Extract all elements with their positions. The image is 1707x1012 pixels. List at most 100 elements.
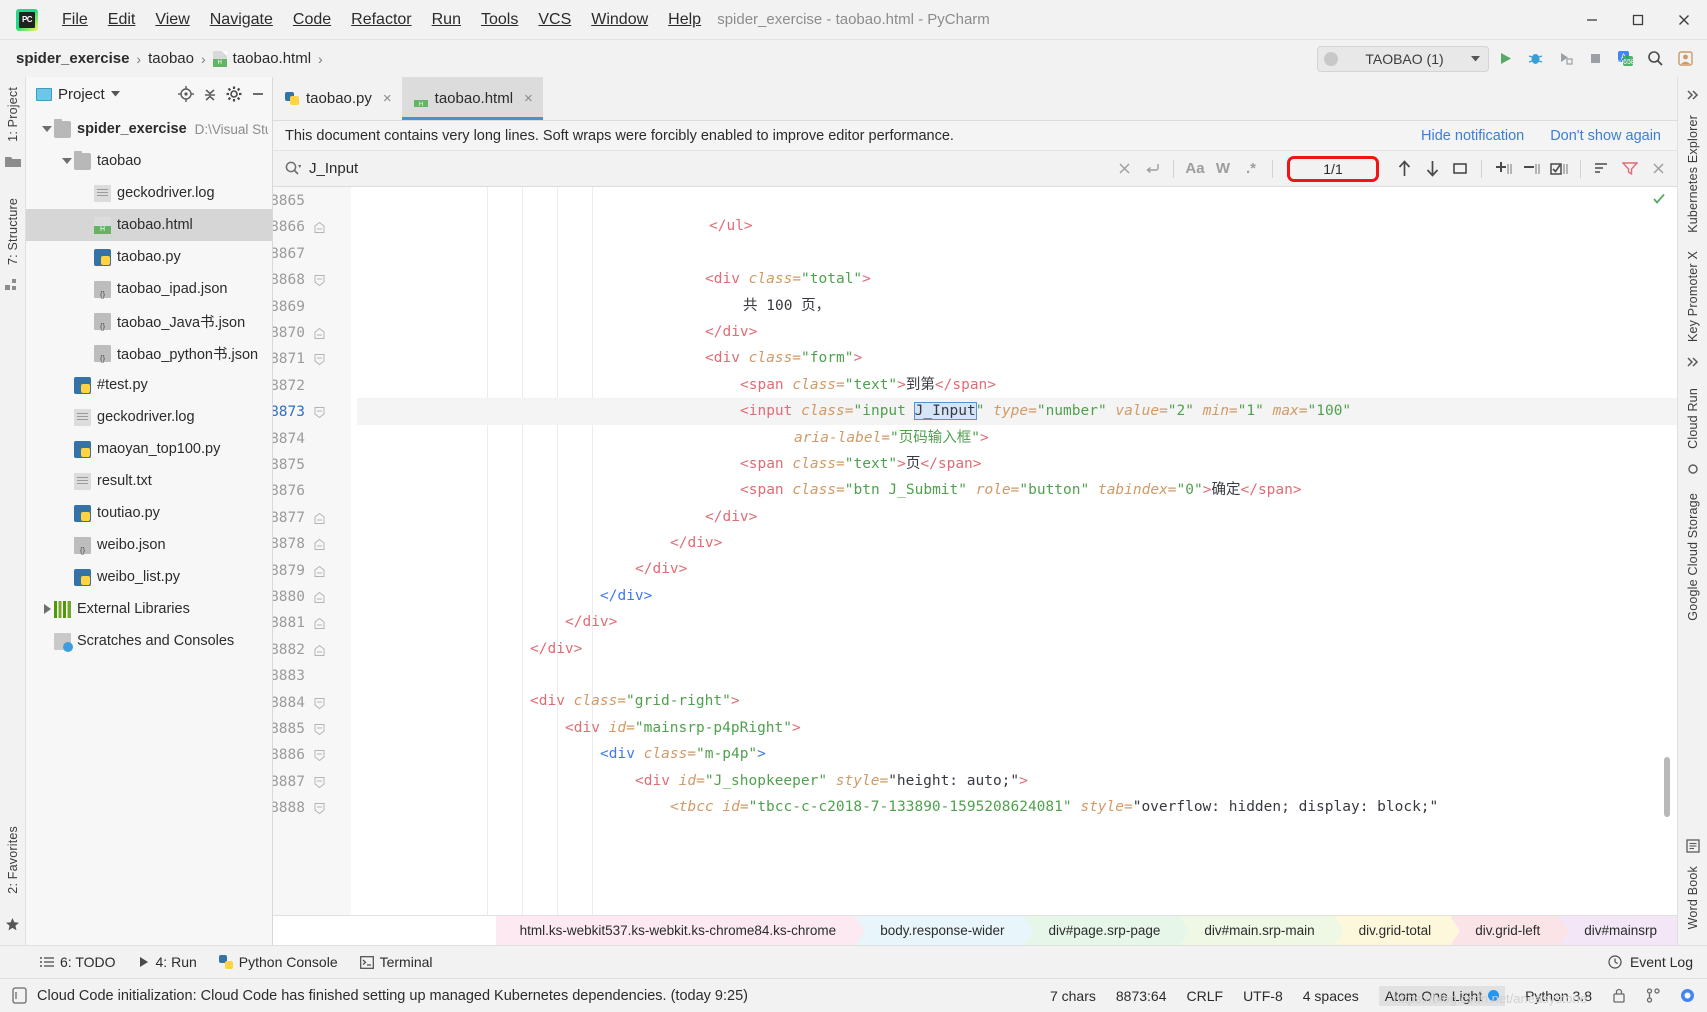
editor-breadcrumb-3[interactable]: div#main.srp-main	[1180, 916, 1344, 945]
tree-item-taobao-html[interactable]: taobao.html	[26, 209, 272, 241]
theme-selector[interactable]: Atom One Light	[1378, 985, 1506, 1006]
tree-item-taobao-python-json[interactable]: taobao_python书.json	[26, 337, 272, 369]
menu-run[interactable]: Run	[422, 8, 471, 32]
filter-lines-icon[interactable]	[1589, 156, 1615, 182]
menu-bar[interactable]: File Edit View Navigate Code Refactor Ru…	[52, 8, 711, 32]
editor-gutter[interactable]: 8865 8866 8867 8868 8869 8870 8871 8872 8873 8874…	[273, 187, 351, 915]
right-tab-cloud-run[interactable]: Cloud Run	[1684, 382, 1702, 455]
coverage-button[interactable]	[1551, 45, 1579, 73]
code-line[interactable]	[357, 187, 1677, 213]
editor-breadcrumb-5[interactable]: div.grid-left	[1451, 916, 1570, 945]
editor-breadcrumb-0[interactable]: html.ks-webkit537.ks-webkit.ks-chrome84.…	[495, 916, 865, 945]
menu-window[interactable]: Window	[581, 8, 658, 32]
caret-position[interactable]: 8873:64	[1116, 988, 1167, 1004]
tree-item-weibo-json[interactable]: weibo.json	[26, 529, 272, 561]
event-log-label[interactable]: Event Log	[1630, 954, 1693, 970]
tool-python-console[interactable]: Python Console	[218, 954, 338, 970]
lock-icon[interactable]	[1612, 988, 1626, 1003]
toggle-selection-icon[interactable]	[1546, 156, 1572, 182]
right-tab-kubernetes[interactable]: Kubernetes Explorer	[1684, 109, 1702, 239]
editor-breadcrumb-4[interactable]: div.grid-total	[1334, 916, 1460, 945]
tree-item-scratches-and-consoles[interactable]: Scratches and Consoles	[26, 625, 272, 657]
fold-collapse-icon[interactable]	[314, 592, 325, 603]
run-configuration-selector[interactable]: TAOBAO (1)	[1317, 45, 1489, 72]
star-icon[interactable]	[4, 915, 22, 933]
code-line[interactable]: <span class="text">到第</span>	[357, 372, 1677, 398]
menu-tools[interactable]: Tools	[471, 8, 528, 32]
editor-breadcrumb-1[interactable]: body.response-wider	[856, 916, 1034, 945]
fold-expand-icon[interactable]	[314, 697, 325, 709]
whole-words-icon[interactable]: W	[1210, 156, 1236, 182]
select-all-occurrences-icon[interactable]	[1447, 156, 1473, 182]
collapse-arrow-icon[interactable]	[40, 604, 54, 614]
tree-item-taobao-java-json[interactable]: taobao_Java书.json	[26, 305, 272, 337]
branch-icon[interactable]	[1646, 988, 1660, 1003]
hide-notification-link[interactable]: Hide notification	[1421, 128, 1524, 144]
breadcrumb-file[interactable]: taobao.html	[233, 50, 311, 67]
editor-code[interactable]: </ul> <div class="total"> 共 100 页， </div> <…	[351, 187, 1677, 915]
code-line[interactable]: </div>	[357, 556, 1677, 582]
code-line[interactable]: <div class="grid-right">	[357, 688, 1677, 714]
code-line[interactable]: <div id="J_shopkeeper" style="height: au…	[357, 768, 1677, 794]
notify-icon[interactable]	[1680, 988, 1695, 1003]
code-line[interactable]: </div>	[357, 636, 1677, 662]
debug-button[interactable]	[1521, 45, 1549, 73]
add-line-before-icon[interactable]	[1490, 156, 1516, 182]
editor-code-column[interactable]: </ul> <div class="total"> 共 100 页， </div> <…	[351, 187, 1677, 915]
match-case-icon[interactable]: Aa	[1182, 156, 1208, 182]
menu-edit[interactable]: Edit	[98, 8, 146, 32]
code-line[interactable]: 共 100 页，	[357, 293, 1677, 319]
tree-item-spider-exercise[interactable]: spider_exercise D:\Visual Stud	[26, 113, 272, 145]
locate-icon[interactable]	[178, 86, 194, 102]
code-line[interactable]: </div>	[357, 583, 1677, 609]
breadcrumb-project[interactable]: spider_exercise	[16, 50, 129, 67]
tab-taobao-py[interactable]: taobao.py ×	[273, 77, 402, 120]
next-match-icon[interactable]	[1419, 156, 1445, 182]
fold-collapse-icon[interactable]	[314, 539, 325, 551]
add-line-after-icon[interactable]	[1518, 156, 1544, 182]
search-everywhere-button[interactable]	[1641, 45, 1669, 73]
sidebar-tab-favorites[interactable]: 2: Favorites	[4, 820, 22, 900]
file-encoding[interactable]: UTF-8	[1243, 988, 1283, 1004]
structure-icon[interactable]	[4, 276, 22, 294]
tree-item-external-libraries[interactable]: External Libraries	[26, 593, 272, 625]
editor-body[interactable]: 8865 8866 8867 8868 8869 8870 8871 8872 8873 8874…	[273, 187, 1677, 915]
prev-match-icon[interactable]	[1391, 156, 1417, 182]
translate-button[interactable]: A\u6587	[1611, 45, 1639, 73]
menu-view[interactable]: View	[145, 8, 199, 32]
right-tab-cloud-storage[interactable]: Google Cloud Storage	[1684, 487, 1702, 627]
fold-expand-icon[interactable]	[314, 724, 325, 735]
tab-close-icon[interactable]: ×	[524, 90, 533, 107]
tool-todo[interactable]: 6: TODO	[40, 954, 116, 970]
menu-file[interactable]: File	[52, 8, 98, 32]
code-line[interactable]: </div>	[357, 609, 1677, 635]
dont-show-again-link[interactable]: Don't show again	[1550, 128, 1661, 144]
code-line[interactable]: aria-label="页码输入框">	[357, 425, 1677, 451]
search-input[interactable]: J_Input	[309, 160, 609, 177]
code-line[interactable]: </ul>	[357, 213, 1677, 239]
regex-icon[interactable]: .*	[1238, 156, 1264, 182]
chevron-down-icon[interactable]	[110, 91, 120, 97]
tool-run[interactable]: 4: Run	[138, 954, 197, 970]
tab-taobao-html[interactable]: H taobao.html ×	[401, 77, 543, 120]
code-line[interactable]: <div class="m-p4p">	[357, 741, 1677, 767]
fold-collapse-icon[interactable]	[314, 222, 325, 234]
right-tab-key-promoter[interactable]: Key Promoter X	[1684, 245, 1702, 348]
fold-collapse-icon[interactable]	[314, 644, 325, 656]
tree-item-toutiao-py[interactable]: toutiao.py	[26, 497, 272, 529]
tree-item-weibo-list-py[interactable]: weibo_list.py	[26, 561, 272, 593]
collapse-all-icon[interactable]	[202, 86, 218, 102]
menu-vcs[interactable]: VCS	[528, 8, 581, 32]
code-line[interactable]: <div class="form">	[357, 345, 1677, 371]
editor-breadcrumb-6[interactable]: div#mainsrp	[1560, 916, 1677, 945]
code-line[interactable]: <div id="mainsrp-p4pRight">	[357, 715, 1677, 741]
tab-close-icon[interactable]: ×	[383, 90, 392, 107]
menu-help[interactable]: Help	[658, 8, 711, 32]
menu-code[interactable]: Code	[283, 8, 341, 32]
code-line[interactable]: </div>	[357, 504, 1677, 530]
code-line[interactable]	[357, 240, 1677, 266]
tree-item--test-py[interactable]: #test.py	[26, 369, 272, 401]
line-separator[interactable]: CRLF	[1187, 988, 1224, 1004]
code-line[interactable]: </div>	[357, 319, 1677, 345]
folder-icon[interactable]	[4, 153, 22, 171]
